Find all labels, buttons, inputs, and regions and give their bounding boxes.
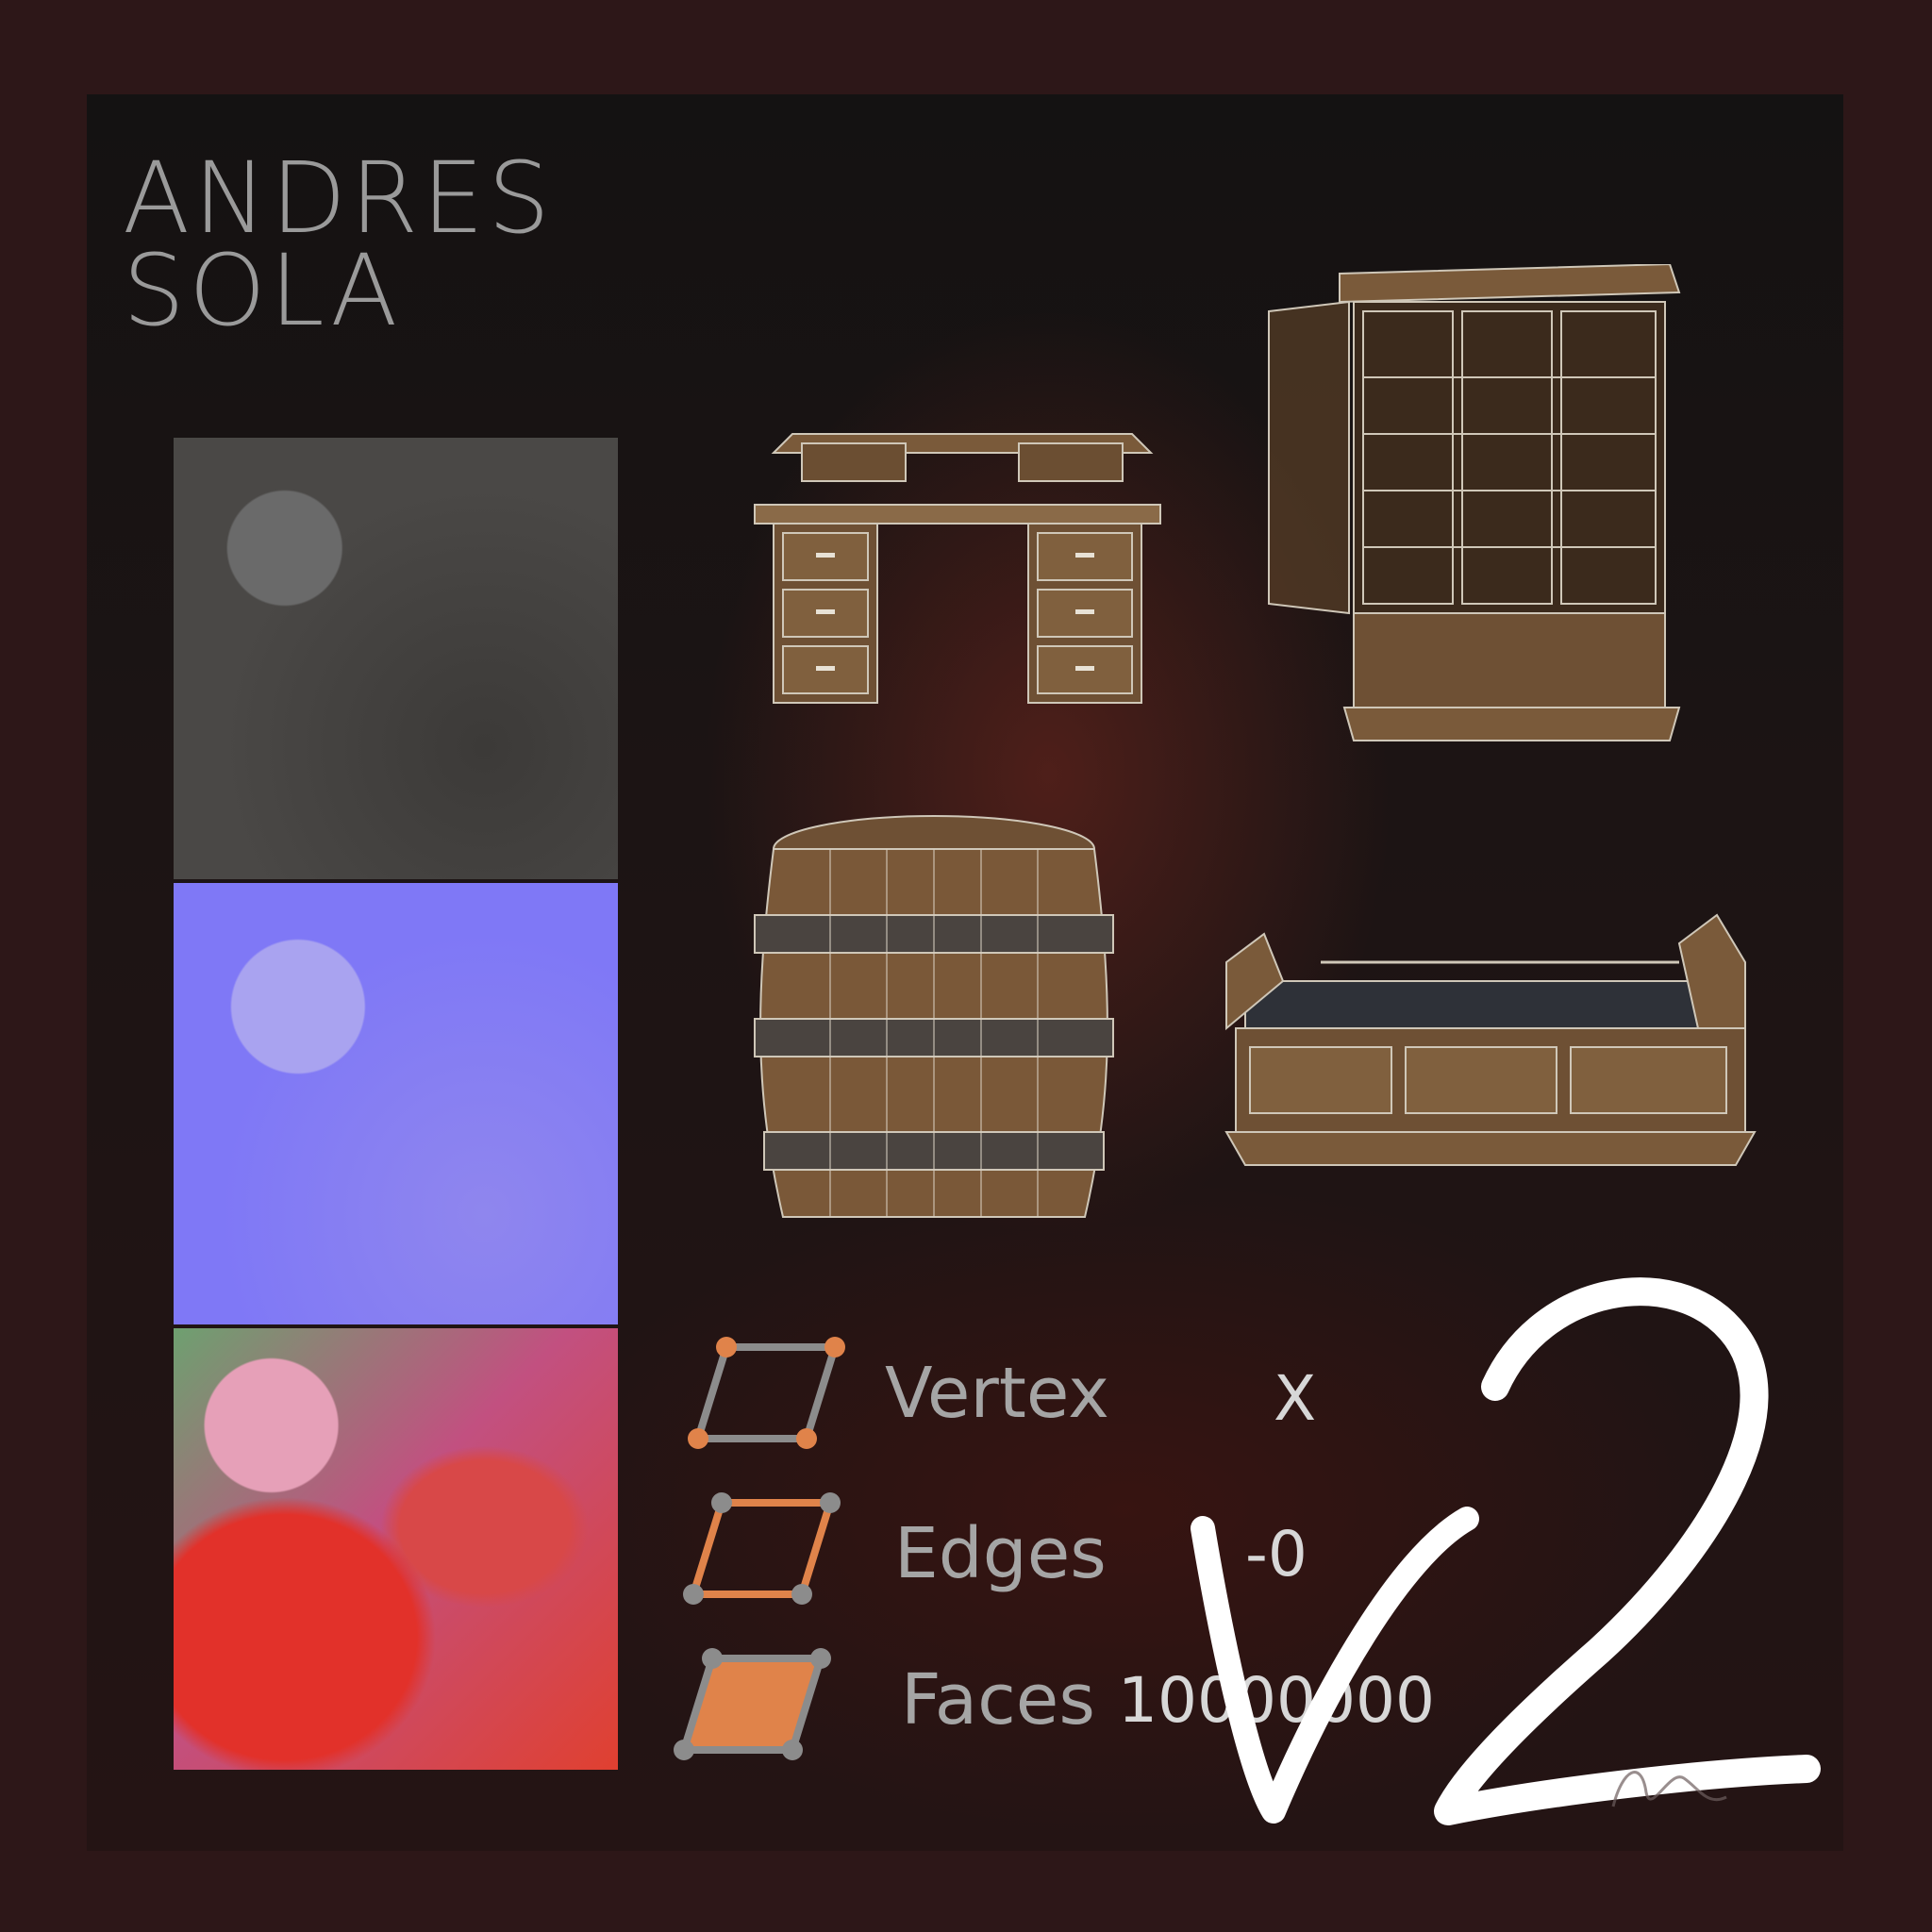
texture-albedo-map xyxy=(174,438,618,879)
vertex-mode-icon xyxy=(688,1337,845,1449)
barrel-model xyxy=(754,815,1114,1218)
title-line-2: SOLA xyxy=(123,233,402,348)
edge-mode-icon xyxy=(683,1492,841,1605)
legend-label-faces: Faces xyxy=(901,1659,1095,1740)
bed-model xyxy=(1224,913,1757,1166)
version-text: V2 xyxy=(1184,1245,1186,1246)
texture-normal-map xyxy=(174,883,618,1324)
legend-label-edges: Edges xyxy=(894,1513,1107,1594)
version-mark: V2 xyxy=(1184,1245,1821,1825)
legend-label-vertex: Vertex xyxy=(885,1353,1109,1434)
artist-signature xyxy=(1611,1771,1727,1807)
face-mode-icon xyxy=(674,1648,831,1760)
texture-id-map xyxy=(174,1328,618,1770)
desk-model xyxy=(754,433,1161,704)
cabinet-model xyxy=(1268,264,1681,741)
